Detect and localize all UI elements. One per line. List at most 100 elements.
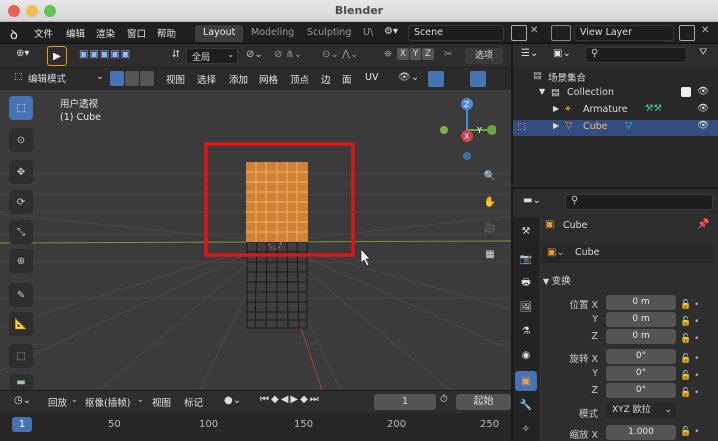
scene-icon[interactable]: ⚙▾ bbox=[384, 26, 398, 37]
outliner-row-cube[interactable]: ⬚ ▶ ▽ Cube ▽ 👁 bbox=[513, 120, 718, 136]
3d-viewport[interactable]: ⊕▾ ▶ ▣▣▣▣▣ ⮃ 全局 ⌄ ⊘⌄ ⊘ ⋔⌄ ⊙⌄ ⋀⌄ ⛯ X Y Z … bbox=[0, 44, 511, 390]
timeline-ruler[interactable]: 1 50 100 150 200 250 bbox=[0, 413, 511, 441]
select-mode-icons[interactable]: ▣▣▣▣▣ bbox=[79, 49, 131, 60]
new-view-layer-icon[interactable] bbox=[679, 25, 695, 41]
scene-field[interactable]: Scene bbox=[408, 25, 504, 41]
tab-uv[interactable]: U\ bbox=[355, 25, 381, 42]
extrude-tool[interactable]: ▬ bbox=[9, 374, 33, 390]
axis-x-toggle[interactable]: X bbox=[397, 48, 409, 60]
delete-scene-icon[interactable]: ✕ bbox=[530, 25, 538, 36]
location-x-field[interactable]: 0 m bbox=[606, 295, 676, 310]
menu-view[interactable]: 视图 bbox=[166, 72, 185, 86]
view-layer-field[interactable]: View Layer bbox=[574, 25, 674, 41]
snap-icon[interactable]: ⊘ ⋔⌄ bbox=[274, 49, 302, 60]
cursor-tool[interactable]: ⊙ bbox=[9, 128, 33, 152]
output-tab[interactable]: 🖶 bbox=[515, 273, 537, 293]
expand-icon[interactable]: ▶ bbox=[553, 104, 559, 113]
blender-logo-icon[interactable]: ꝺ bbox=[10, 25, 18, 43]
record-icon[interactable]: ●⌄ bbox=[224, 395, 241, 406]
gizmo-toggle-icon[interactable] bbox=[428, 71, 444, 87]
menu-vertex[interactable]: 顶点 bbox=[290, 72, 309, 86]
pivot-icon[interactable]: ⊘⌄ bbox=[246, 49, 263, 60]
overlay-toggle-icon[interactable] bbox=[470, 71, 486, 87]
measure-tool[interactable]: 📐 bbox=[9, 312, 33, 336]
expand-icon[interactable]: ▼ bbox=[539, 87, 545, 96]
transform-space-dropdown[interactable]: 全局 ⌄ bbox=[186, 48, 238, 64]
menu-edge[interactable]: 边 bbox=[321, 72, 331, 86]
new-scene-icon[interactable] bbox=[511, 25, 527, 41]
collection-checkbox[interactable] bbox=[681, 87, 691, 97]
outliner-row-scene-collection[interactable]: ▤ 场景集合 bbox=[513, 69, 718, 85]
outliner-row-armature[interactable]: ▶ ⚹ Armature ⚒⚒ 👁 bbox=[513, 103, 718, 119]
view-layer-tab[interactable]: 🖼 bbox=[515, 297, 537, 317]
outliner-row-collection[interactable]: ▼ ▤ Collection 👁 bbox=[513, 86, 718, 102]
properties-search-input[interactable]: ⚲ bbox=[565, 194, 713, 210]
frame-marker[interactable]: 1 bbox=[12, 417, 32, 432]
vertex-select-button[interactable] bbox=[110, 71, 124, 86]
start-frame-field[interactable]: 起始 bbox=[456, 394, 511, 410]
eye-icon[interactable]: 👁 bbox=[697, 86, 709, 97]
axis-z-toggle[interactable]: Z bbox=[422, 48, 434, 60]
axis-y-toggle[interactable]: Y bbox=[409, 48, 422, 60]
menu-uv[interactable]: UV bbox=[365, 72, 378, 83]
transform-tool[interactable]: ⊕ bbox=[9, 249, 33, 273]
render-tab[interactable]: 📷 bbox=[515, 249, 537, 269]
select-box-tool[interactable]: ⬚ bbox=[9, 96, 33, 120]
menu-add[interactable]: 添加 bbox=[229, 72, 248, 86]
expand-icon[interactable]: ▶ bbox=[553, 121, 559, 130]
pin-icon[interactable]: 📌 bbox=[697, 219, 709, 230]
object-tab[interactable]: ▣ bbox=[515, 371, 537, 391]
filter-icon[interactable]: ⛛ bbox=[699, 47, 707, 58]
rotation-lock-icons[interactable]: 🔓 • 🔓 • 🔓 • bbox=[680, 351, 699, 402]
camera-view-icon[interactable]: 🎥 bbox=[478, 216, 502, 240]
transform-panel-header[interactable]: ▼ 变换 bbox=[543, 273, 571, 287]
menu-marker[interactable]: 标记 bbox=[184, 395, 203, 409]
transform-space-icon[interactable]: ⮃ bbox=[172, 49, 180, 60]
scale-tool[interactable]: ⤡ bbox=[9, 220, 33, 244]
mirror-icon[interactable]: ⛯ bbox=[384, 49, 392, 60]
editor-type-icon[interactable]: ⊕▾ bbox=[16, 48, 29, 59]
perspective-toggle-icon[interactable]: ▦ bbox=[478, 242, 502, 266]
rotation-y-field[interactable]: 0° bbox=[606, 366, 676, 381]
wrench-icon[interactable]: ✂ bbox=[444, 49, 452, 60]
location-z-field[interactable]: 0 m bbox=[606, 329, 676, 344]
scale-lock-icon[interactable]: 🔓 • bbox=[680, 427, 699, 437]
edit-mode-icon[interactable]: ⬚ bbox=[517, 121, 526, 132]
rotation-mode-dropdown[interactable]: XYZ 欧拉 ⌄ bbox=[606, 403, 676, 418]
zoom-view-icon[interactable]: 🔍 bbox=[478, 164, 502, 188]
menu-keying[interactable]: 抠像(插帧) bbox=[85, 395, 130, 409]
annotate-tool[interactable]: ✎ bbox=[9, 283, 33, 307]
move-tool[interactable]: ✥ bbox=[9, 160, 33, 184]
location-y-field[interactable]: 0 m bbox=[606, 312, 676, 327]
delete-view-layer-icon[interactable]: ✕ bbox=[701, 25, 709, 36]
menu-render[interactable]: 渲染 bbox=[96, 26, 115, 40]
options-dropdown[interactable]: 选项 bbox=[465, 48, 503, 64]
view-layer-icon[interactable] bbox=[551, 25, 571, 41]
menu-edit[interactable]: 编辑 bbox=[66, 26, 85, 40]
object-name-field[interactable]: ▣⌄ Cube bbox=[543, 245, 713, 263]
menu-playback[interactable]: 回放 bbox=[48, 395, 67, 409]
rotate-tool[interactable]: ⟳ bbox=[9, 190, 33, 214]
properties-editor-icon[interactable]: ▬⌄ bbox=[523, 195, 541, 206]
menu-select[interactable]: 选择 bbox=[197, 72, 216, 86]
location-lock-icons[interactable]: 🔓 • 🔓 • 🔓 • bbox=[680, 297, 699, 348]
rotation-z-field[interactable]: 0° bbox=[606, 383, 676, 398]
menu-window[interactable]: 窗口 bbox=[127, 26, 146, 40]
mode-dropdown[interactable]: 编辑模式 ⌄ bbox=[28, 71, 106, 87]
tab-modeling[interactable]: Modeling bbox=[243, 25, 302, 42]
navigation-gizmo[interactable]: Z X Y bbox=[436, 96, 496, 166]
current-frame-field[interactable]: 1 bbox=[374, 394, 436, 410]
tab-layout[interactable]: Layout bbox=[195, 25, 244, 42]
face-select-button[interactable] bbox=[140, 71, 154, 86]
menu-file[interactable]: 文件 bbox=[34, 26, 53, 40]
timeline-editor-icon[interactable]: ◷⌄ bbox=[14, 395, 31, 406]
menu-help[interactable]: 帮助 bbox=[157, 26, 176, 40]
particles-tab[interactable]: ✧ bbox=[515, 419, 537, 439]
add-cube-tool[interactable]: ⬚ bbox=[9, 344, 33, 368]
playback-controls[interactable]: ⏮◆◀▶◆⏭ bbox=[260, 394, 321, 405]
menu-face[interactable]: 面 bbox=[342, 72, 352, 86]
proportional-edit-icon[interactable]: ⊙⌄ ⋀⌄ bbox=[322, 49, 359, 60]
menu-mesh[interactable]: 网格 bbox=[259, 72, 278, 86]
world-tab[interactable]: ◉ bbox=[515, 345, 537, 365]
visibility-icon[interactable]: 👁⌄ bbox=[398, 72, 419, 83]
